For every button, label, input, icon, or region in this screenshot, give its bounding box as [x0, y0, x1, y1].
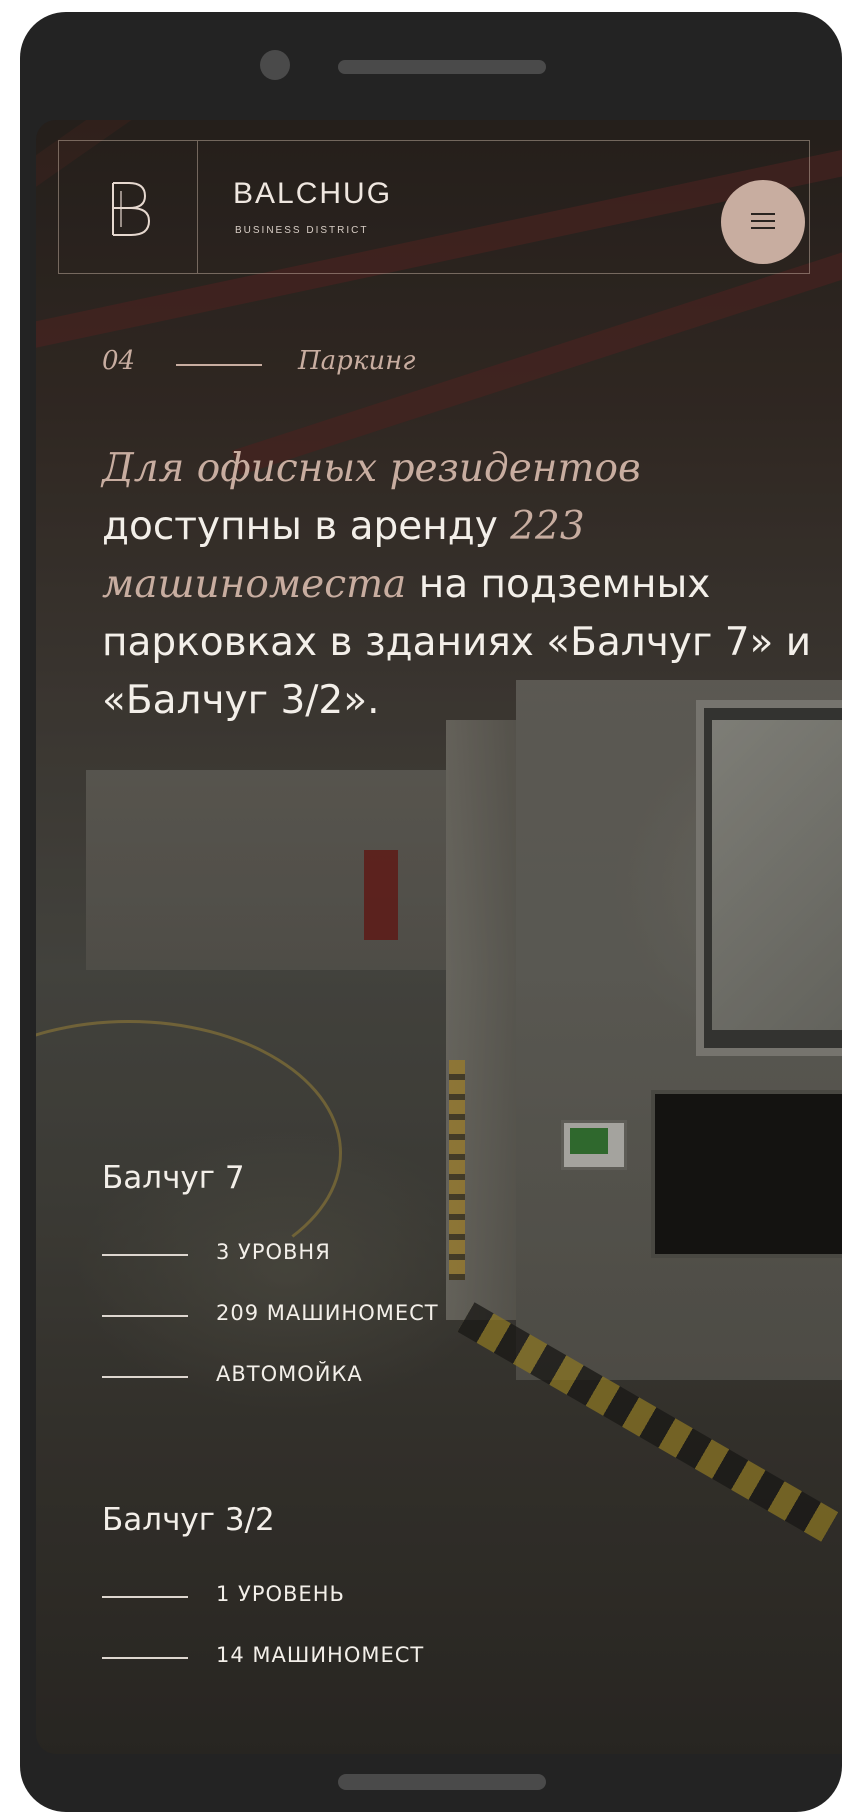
building-feature: 1 УРОВЕНЬ: [102, 1582, 502, 1612]
feature-text: 14 МАШИНОМЕСТ: [216, 1643, 425, 1667]
building-title: Балчуг 7: [102, 1160, 245, 1196]
building-feature: АВТОМОЙКА: [102, 1362, 502, 1392]
intro-text: Для офисных резидентов доступны в аренду…: [102, 440, 822, 730]
speaker: [338, 60, 546, 74]
building-title: Балчуг 3/2: [102, 1502, 275, 1538]
feature-dash: [102, 1254, 188, 1256]
intro-text-part: доступны в аренду: [102, 504, 511, 549]
hamburger-icon: [751, 213, 775, 231]
building-feature: 209 МАШИНОМЕСТ: [102, 1301, 502, 1331]
feature-dash: [102, 1376, 188, 1378]
feature-dash: [102, 1315, 188, 1317]
site-header: BALCHUG BUSINESS DISTRICT: [58, 140, 810, 274]
feature-text: 1 УРОВЕНЬ: [216, 1582, 345, 1606]
feature-text: 209 МАШИНОМЕСТ: [216, 1301, 439, 1325]
brand-subtitle: BUSINESS DISTRICT: [235, 225, 369, 236]
camera: [260, 50, 290, 80]
home-indicator: [338, 1774, 546, 1790]
section-number: 04: [102, 346, 136, 376]
building-feature: 3 УРОВНЯ: [102, 1240, 502, 1270]
feature-text: АВТОМОЙКА: [216, 1362, 363, 1386]
feature-dash: [102, 1657, 188, 1659]
section-divider: [176, 364, 262, 366]
brand-name: BALCHUG: [233, 177, 393, 210]
intro-accent-residents: Для офисных резидентов: [102, 446, 641, 491]
screen: BALCHUG BUSINESS DISTRICT 04 Паркинг Для…: [36, 120, 842, 1754]
phone-frame: BALCHUG BUSINESS DISTRICT 04 Паркинг Для…: [20, 12, 842, 1812]
section-title: Паркинг: [298, 346, 416, 376]
logo[interactable]: [59, 141, 198, 273]
building-feature: 14 МАШИНОМЕСТ: [102, 1643, 502, 1673]
feature-text: 3 УРОВНЯ: [216, 1240, 331, 1264]
menu-button[interactable]: [721, 180, 805, 264]
logo-b-icon: [112, 182, 151, 236]
feature-dash: [102, 1596, 188, 1598]
